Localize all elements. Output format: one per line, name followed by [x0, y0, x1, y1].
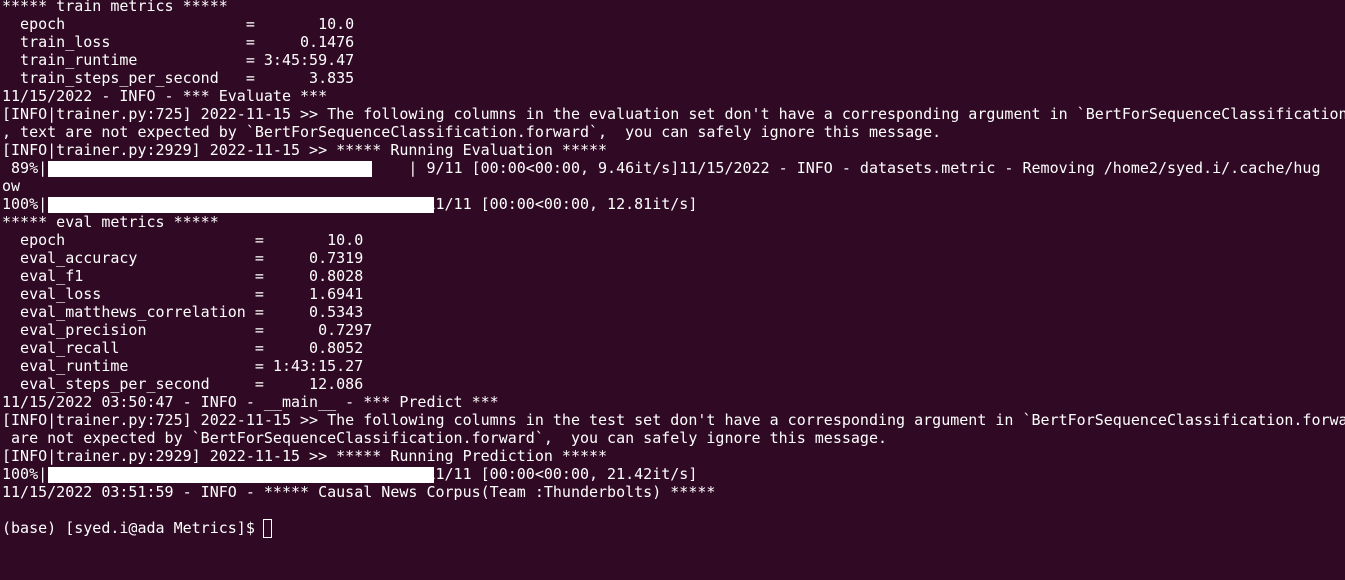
- terminal-line: epoch = 10.0: [2, 15, 355, 33]
- terminal-line: (base) [syed.i@ada Metrics]$: [2, 519, 264, 537]
- text-cursor: [263, 519, 272, 538]
- progress-bar-fill: [48, 161, 372, 177]
- terminal-line: [INFO|trainer.py:2929] 2022-11-15 >> ***…: [2, 447, 608, 465]
- terminal-line: ow: [2, 177, 21, 195]
- terminal-line: eval_f1 = 0.8028: [2, 267, 364, 285]
- terminal-line: [INFO|trainer.py:725] 2022-11-15 >> The …: [2, 411, 1345, 429]
- terminal-line: are not expected by `BertForSequenceClas…: [2, 429, 888, 447]
- terminal-line: train_runtime = 3:45:59.47: [2, 51, 355, 69]
- terminal-line: 11/15/2022 - INFO - *** Evaluate ***: [2, 87, 328, 105]
- terminal-line: train_loss = 0.1476: [2, 33, 355, 51]
- terminal-line: train_steps_per_second = 3.835: [2, 69, 355, 87]
- terminal-line: ***** eval metrics *****: [2, 213, 219, 231]
- terminal-line: eval_matthews_correlation = 0.5343: [2, 303, 364, 321]
- terminal-line: eval_runtime = 1:43:15.27: [2, 357, 364, 375]
- progress-bar-fill: [48, 467, 434, 483]
- terminal-line: 11/15/2022 03:50:47 - INFO - __main__ - …: [2, 393, 499, 411]
- terminal-window[interactable]: ***** train metrics ***** epoch = 10.0 t…: [0, 0, 1345, 580]
- terminal-line: ***** train metrics *****: [2, 0, 228, 15]
- terminal-line: eval_accuracy = 0.7319: [2, 249, 364, 267]
- progress-bar-fill: [48, 197, 434, 213]
- terminal-line: eval_steps_per_second = 12.086: [2, 375, 364, 393]
- terminal-line: epoch = 10.0: [2, 231, 364, 249]
- terminal-line: [INFO|trainer.py:2929] 2022-11-15 >> ***…: [2, 141, 608, 159]
- terminal-line: eval_loss = 1.6941: [2, 285, 364, 303]
- terminal-line: 11/15/2022 03:51:59 - INFO - ***** Causa…: [2, 483, 716, 501]
- terminal-line: , text are not expected by `BertForSeque…: [2, 123, 942, 141]
- terminal-line: [INFO|trainer.py:725] 2022-11-15 >> The …: [2, 105, 1345, 123]
- terminal-line: eval_recall = 0.8052: [2, 339, 364, 357]
- terminal-line: eval_precision = 0.7297: [2, 321, 373, 339]
